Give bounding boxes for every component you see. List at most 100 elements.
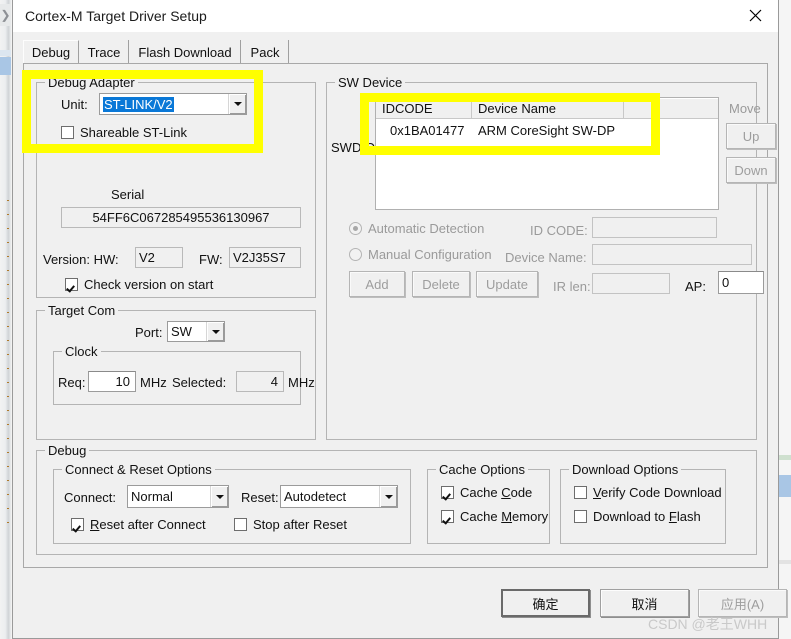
chevron-down-icon[interactable]: [210, 486, 228, 507]
move-label: Move: [729, 101, 761, 116]
clock-legend: Clock: [62, 344, 101, 359]
window-title: Cortex-M Target Driver Setup: [25, 8, 207, 24]
shareable-st-link-checkbox-box: [61, 126, 74, 139]
req-clock-input[interactable]: 10: [88, 371, 136, 392]
cache-memory-mnemonic: M: [501, 509, 513, 524]
delete-button[interactable]: Delete: [412, 271, 470, 297]
selected-label: Selected:: [172, 375, 227, 390]
serial-label: Serial: [111, 187, 145, 202]
verify-code-download-checkbox[interactable]: Verify Code Download: [574, 485, 722, 500]
background-window-right-sliver: [779, 0, 791, 639]
reset-combobox[interactable]: Autodetect: [280, 485, 398, 508]
check-version-on-start-checkbox[interactable]: Check version on start: [65, 277, 213, 292]
check-version-on-start-label: Check version on start: [84, 277, 214, 292]
reset-after-connect-mnemonic: R: [90, 517, 100, 532]
cache-memory-label: Cache: [460, 509, 502, 524]
device-name-input[interactable]: [592, 244, 752, 265]
download-options-group: Download Options Verify Code Download Do…: [560, 462, 726, 544]
column-header-device-name[interactable]: Device Name: [472, 98, 624, 118]
apply-button[interactable]: 应用(A): [698, 589, 787, 617]
cell-device-name: ARM CoreSight SW-DP: [478, 122, 616, 138]
close-icon[interactable]: [733, 0, 778, 31]
sw-device-list[interactable]: IDCODE Device Name 0x1BA01477 ARM CoreSi…: [375, 97, 719, 210]
dialog-footer: 确定 取消 应用(A): [13, 568, 787, 639]
cache-code-checkbox[interactable]: Cache Code: [441, 485, 532, 500]
automatic-detection-radio[interactable]: Automatic Detection: [349, 221, 484, 236]
req-unit-label: MHz: [140, 375, 167, 390]
cache-code-mnemonic: C: [501, 485, 511, 500]
tab-pack[interactable]: Pack: [241, 40, 289, 64]
download-to-flash-mnemonic: F: [668, 509, 677, 524]
add-button[interactable]: Add: [349, 271, 405, 297]
background-band-2: [0, 57, 11, 75]
debug-adapter-legend: Debug Adapter: [45, 75, 138, 90]
unit-label: Unit:: [61, 97, 88, 112]
ir-len-input[interactable]: [592, 273, 670, 294]
debug-tab-panel: Debug Adapter Unit: ST-LINK/V2 Shareable…: [23, 63, 776, 568]
cancel-button[interactable]: 取消: [600, 589, 689, 617]
unit-combobox[interactable]: ST-LINK/V2: [99, 93, 247, 115]
chevron-down-icon[interactable]: [206, 322, 224, 341]
serial-value: 54FF6C067285495536130967: [61, 207, 301, 228]
tab-debug[interactable]: Debug: [23, 40, 79, 64]
port-value: SW: [171, 324, 192, 339]
sw-device-legend: SW Device: [335, 75, 406, 90]
move-up-button[interactable]: Up: [726, 123, 776, 149]
ap-input[interactable]: 0: [718, 271, 764, 294]
id-code-input[interactable]: [592, 217, 717, 238]
swdio-label: SWDIO: [331, 140, 376, 155]
reset-label: Reset:: [241, 490, 279, 505]
selected-unit-label: MHz: [288, 375, 315, 390]
update-button[interactable]: Update: [476, 271, 538, 297]
background-band-1: [0, 50, 11, 56]
download-options-legend: Download Options: [569, 462, 682, 477]
reset-after-connect-checkbox[interactable]: Reset after Connect: [71, 517, 206, 532]
tab-strip: Debug Trace Flash Download Pack: [23, 40, 768, 64]
unit-value: ST-LINK/V2: [103, 96, 174, 112]
connect-label: Connect:: [64, 490, 117, 505]
column-header-extra[interactable]: [624, 98, 718, 118]
fw-version-value: V2J35S7: [229, 247, 301, 268]
req-label: Req:: [58, 375, 86, 390]
chevron-down-icon[interactable]: [379, 486, 397, 507]
background-band-5: [779, 560, 791, 564]
selected-clock-value: 4: [236, 371, 284, 392]
background-band-3: [779, 455, 791, 460]
tab-trace[interactable]: Trace: [79, 40, 129, 64]
verify-code-download-mnemonic: V: [593, 485, 601, 500]
background-ruler: [7, 200, 9, 530]
download-to-flash-checkbox-box: [574, 510, 587, 523]
version-hw-label: Version: HW:: [43, 252, 119, 267]
ap-label: AP:: [685, 279, 706, 294]
connect-combobox[interactable]: Normal: [127, 485, 229, 508]
cache-code-label: Cache: [460, 485, 502, 500]
column-header-idcode[interactable]: IDCODE: [376, 98, 472, 118]
connect-reset-options-legend: Connect & Reset Options: [62, 462, 215, 477]
clock-group: Clock Req: 10 MHz Selected: 4 MHz: [53, 344, 315, 405]
port-combobox[interactable]: SW: [167, 321, 225, 342]
ok-button[interactable]: 确定: [501, 589, 590, 617]
manual-configuration-radio-circle: [349, 248, 362, 261]
device-name-label: Device Name:: [505, 250, 587, 265]
sw-device-group: SW Device SWDIO IDCODE Device Name 0x1BA…: [326, 75, 776, 440]
reset-after-connect-label: eset after Connect: [99, 517, 206, 532]
chevron-down-icon[interactable]: [228, 94, 246, 114]
chevron-right-icon: ❯: [0, 4, 11, 26]
verify-code-download-checkbox-box: [574, 486, 587, 499]
tab-flash-download[interactable]: Flash Download: [129, 40, 241, 64]
target-com-legend: Target Com: [45, 303, 119, 318]
title-bar: Cortex-M Target Driver Setup: [13, 0, 778, 33]
shareable-st-link-checkbox[interactable]: Shareable ST-Link: [61, 125, 187, 140]
cache-memory-checkbox-box: [441, 510, 454, 523]
debug-adapter-group: Debug Adapter Unit: ST-LINK/V2 Shareable…: [36, 75, 316, 298]
hw-version-value: V2: [135, 247, 183, 268]
cache-memory-checkbox[interactable]: Cache Memory: [441, 509, 548, 524]
table-row[interactable]: 0x1BA01477 ARM CoreSight SW-DP: [376, 119, 718, 141]
download-to-flash-checkbox[interactable]: Download to Flash: [574, 509, 701, 524]
stop-after-reset-checkbox[interactable]: Stop after Reset: [234, 517, 347, 532]
target-com-group: Target Com Port: SW Clock Req: 10 MHz Se…: [36, 303, 316, 440]
automatic-detection-radio-circle: [349, 222, 362, 235]
verify-code-download-label: erify Code Download: [600, 485, 722, 500]
move-down-button[interactable]: Down: [726, 157, 776, 183]
manual-configuration-radio[interactable]: Manual Configuration: [349, 247, 492, 262]
